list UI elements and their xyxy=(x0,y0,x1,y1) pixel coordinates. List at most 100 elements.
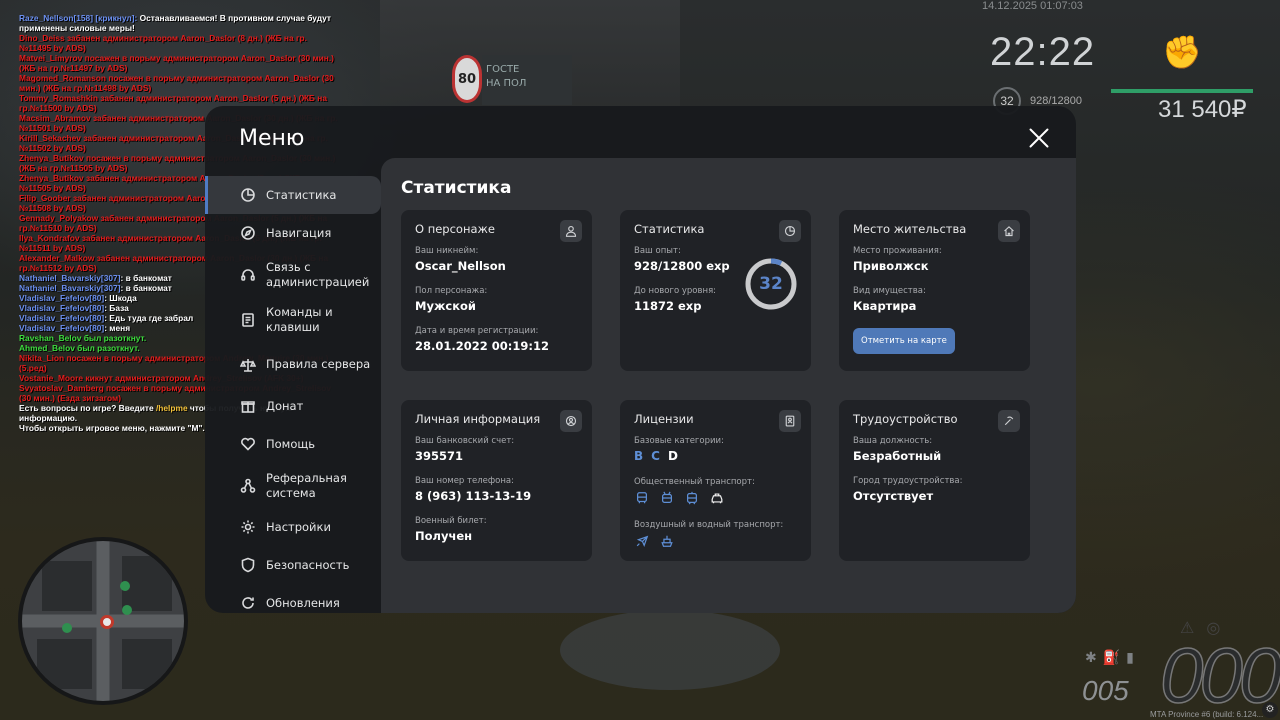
sidebar-item-heart-hand[interactable]: Помощь xyxy=(205,425,381,463)
hud-money: 31 540₽ xyxy=(1158,96,1247,123)
chat-line: Raze_Nellson[158] [крикнул]: Останавлива… xyxy=(19,13,339,33)
sidebar-item-shield[interactable]: Безопасность xyxy=(205,546,381,584)
field-label: Ваша должность: xyxy=(853,436,933,446)
chat-text: Raze_Nellson[158] xyxy=(19,13,94,23)
chat-text: Vladislav_Fefelov[80] xyxy=(19,293,105,303)
sidebar-item-label: Связь с администрацией xyxy=(266,259,370,289)
id-card-icon xyxy=(779,410,801,432)
level-progress-ring: 32 xyxy=(744,257,798,311)
sidebar-item-gear[interactable]: Настройки xyxy=(205,508,381,546)
field-label: Вид имущества: xyxy=(853,286,926,296)
gear-icon[interactable]: ⚙ xyxy=(1262,702,1278,718)
sidebar-item-network[interactable]: Реферальная система xyxy=(205,463,381,508)
chat-text: : Шкода xyxy=(104,293,137,303)
heart-hand-icon xyxy=(239,435,257,453)
map-marker-icon xyxy=(120,581,130,591)
license-category-c: C xyxy=(651,449,660,463)
chat-text: Dino_Deiss забанен администратором Aaron… xyxy=(19,33,307,53)
chat-text: Vladislav_Fefelov[80] xyxy=(19,323,105,333)
user-icon xyxy=(560,220,582,242)
plane-icon xyxy=(634,533,650,549)
sidebar-item-refresh[interactable]: Обновления xyxy=(205,584,381,613)
chat-text: Vladislav_Fefelov[80] xyxy=(19,313,105,323)
nickname-value: Oscar_Nellson xyxy=(415,259,506,273)
sidebar-item-label: Статистика xyxy=(266,187,337,202)
license-categories: BCD xyxy=(634,449,797,463)
chat-text: Nathaniel_Bavarskiy[307] xyxy=(19,283,121,293)
sidebar-item-label: Безопасность xyxy=(266,557,350,572)
phone-number-value: 8 (963) 113-13-19 xyxy=(415,489,532,503)
sidebar-item-label: Команды и клавиши xyxy=(266,304,333,334)
headset-icon xyxy=(239,266,257,284)
chat-text: [крикнул]: xyxy=(93,13,140,23)
mark-on-map-button[interactable]: Отметить на карте xyxy=(853,328,955,354)
fist-icon: ✊ xyxy=(1162,33,1202,71)
billboard: ГОСТЕ НА ПОЛ xyxy=(482,55,572,105)
license-category-d: D xyxy=(667,449,678,463)
card-title: Личная информация xyxy=(415,412,541,426)
card-title: Место жительства xyxy=(853,222,967,236)
content-title: Статистика xyxy=(401,178,512,198)
sidebar-item-scales[interactable]: Правила сервера xyxy=(205,342,381,387)
speed-limit-sign: 80 xyxy=(452,55,482,103)
menu-title: Меню xyxy=(239,126,305,151)
boat-icon xyxy=(659,533,675,549)
card-title: О персонаже xyxy=(415,222,495,236)
sidebar-item-label: Правила сервера xyxy=(266,357,371,371)
chat-text: Vladislav_Fefelov[80] xyxy=(19,303,105,313)
card-title: Трудоустройство xyxy=(853,412,958,426)
sidebar-item-document[interactable]: Команды и клавиши xyxy=(205,297,381,342)
chat-line: Dino_Deiss забанен администратором Aaron… xyxy=(19,33,339,53)
tram-icon xyxy=(684,490,700,506)
minimap[interactable] xyxy=(18,537,188,705)
sidebar-item-gift[interactable]: Донат xyxy=(205,387,381,425)
sidebar-item-pie-chart[interactable]: Статистика xyxy=(205,176,381,214)
hud-datetime: 14.12.2025 01:07:03 xyxy=(982,0,1083,12)
hud-clock: 22:22 xyxy=(990,30,1096,74)
card-personal-info: Личная информация Ваш банковский счет: 3… xyxy=(401,400,592,561)
build-info: MTA Province #6 (build: 6.124... xyxy=(1150,710,1264,719)
field-label: Ваш опыт: xyxy=(634,246,681,256)
card-title: Статистика xyxy=(634,222,705,236)
sidebar-item-label: Настройки xyxy=(266,519,331,534)
field-label: Базовые категории: xyxy=(634,436,724,446)
hud-fuel: 005 xyxy=(1082,675,1129,706)
chat-text: Есть вопросы по игре? Введите xyxy=(19,403,156,413)
card-employment: Трудоустройство Ваша должность: Безработ… xyxy=(839,400,1030,561)
field-label: Ваш банковский счет: xyxy=(415,436,515,446)
sidebar-item-label: Реферальная система xyxy=(266,470,347,500)
card-title: Лицензии xyxy=(634,412,694,426)
map-marker-icon xyxy=(62,623,72,633)
card-stats: Статистика Ваш опыт: 928/12800 exp До но… xyxy=(620,210,811,371)
pie-chart-icon xyxy=(239,186,257,204)
scales-icon xyxy=(239,356,257,374)
bus-icon xyxy=(634,490,650,506)
map-marker-icon xyxy=(122,605,132,615)
field-label: Воздушный и водный транспорт: xyxy=(634,520,784,530)
content-panel: Статистика О персонаже Ваш никнейм: Osca… xyxy=(381,158,1076,613)
taxi-icon xyxy=(709,490,725,506)
field-label: Ваш никнейм: xyxy=(415,246,479,256)
chat-line: Magomed_Romanson посажен в порьму админи… xyxy=(19,73,339,93)
bank-account-value: 395571 xyxy=(415,449,464,463)
sidebar-item-headset[interactable]: Связь с администрацией xyxy=(205,252,381,297)
card-licenses: Лицензии Базовые категории: BCD Обществе… xyxy=(620,400,811,561)
player-position-icon xyxy=(100,615,114,629)
network-icon xyxy=(239,477,257,495)
close-icon[interactable] xyxy=(1027,126,1051,150)
gear-icon xyxy=(239,518,257,536)
sidebar-item-label: Донат xyxy=(266,398,304,413)
level-value: 32 xyxy=(759,274,783,294)
chat-text: Matvei_Limyrov посажен в порьму админист… xyxy=(19,53,337,73)
vehicle-wheel xyxy=(560,610,780,690)
chat-text: Ravshan_Belov был разоткнут. xyxy=(19,333,147,343)
field-label: Ваш номер телефона: xyxy=(415,476,514,486)
document-icon xyxy=(239,311,257,329)
residence-city-value: Приволжск xyxy=(853,259,929,273)
home-icon xyxy=(998,220,1020,242)
sidebar-item-label: Навигация xyxy=(266,225,332,240)
hud-speedometer: 000 xyxy=(1159,631,1280,719)
sidebar-item-compass[interactable]: Навигация xyxy=(205,214,381,252)
field-label: Место проживания: xyxy=(853,246,942,256)
property-type-value: Квартира xyxy=(853,299,917,313)
